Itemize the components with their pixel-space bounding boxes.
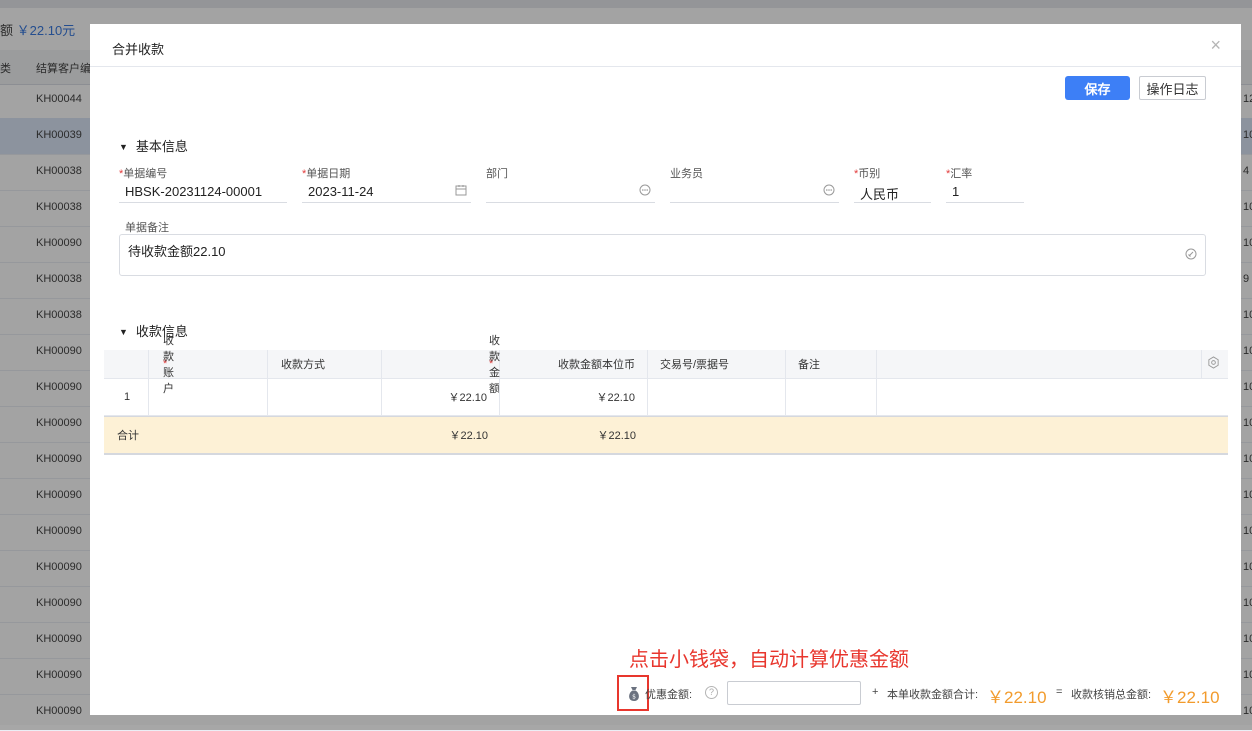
doc-date-label: *单据日期: [302, 168, 351, 180]
grid-cell-amount[interactable]: ￥22.10: [382, 379, 500, 415]
grid-cell-index: 1: [104, 379, 149, 415]
receipt-info-label: 收款信息: [135, 324, 188, 339]
doc-no-label: *单据编号: [119, 168, 168, 180]
grid-cell-local-amount[interactable]: ￥22.10: [500, 379, 648, 415]
grid-header-spacer: [877, 350, 1202, 378]
department-label: 部门: [486, 168, 508, 180]
grid-total-row: 合计 ￥22.10 ￥22.10: [104, 416, 1228, 455]
discount-input[interactable]: [727, 681, 861, 705]
writeoff-label: 收款核销总金额:: [1071, 689, 1152, 701]
discount-hint-text: 点击小钱袋，自动计算优惠金额: [629, 649, 909, 671]
currency-input[interactable]: 人民币: [854, 183, 931, 203]
triangle-down-icon: ▼: [119, 142, 128, 152]
grid-cell-method[interactable]: [268, 379, 382, 415]
dialog-header: 合并收款 ×: [90, 24, 1241, 67]
grid-total-local-amount: ￥22.10: [597, 430, 636, 442]
currency-field: *币别 人民币: [854, 165, 931, 205]
remark-edit-icon[interactable]: [1185, 248, 1197, 263]
writeoff-amount: ￥22.10: [1160, 688, 1220, 707]
ellipsis-icon[interactable]: [823, 184, 835, 199]
remark-label: 单据备注: [125, 222, 169, 234]
equals-sign: =: [1056, 686, 1063, 698]
grid-cell-txn-no[interactable]: [648, 379, 786, 415]
grid-header-row: * 收款账户 收款方式 * 收款金额 收款金额本位币 交易号/票据号 备注: [104, 335, 1228, 395]
operation-log-button[interactable]: 操作日志: [1139, 76, 1206, 100]
triangle-down-icon: ▼: [119, 327, 128, 337]
grid-header-local-amount[interactable]: 收款金额本位币: [500, 350, 648, 378]
money-bag-icon[interactable]: $: [627, 686, 641, 702]
grid-header-amount[interactable]: * 收款金额: [382, 335, 500, 395]
department-input[interactable]: [486, 183, 655, 203]
calendar-icon[interactable]: [455, 184, 467, 199]
grid-total-amount: ￥22.10: [449, 430, 488, 442]
grid-cell-note[interactable]: [786, 379, 877, 415]
grid-header-method[interactable]: 收款方式: [268, 350, 382, 378]
basic-info-section-title[interactable]: ▼ 基本信息: [119, 136, 188, 155]
rate-input[interactable]: 1: [946, 183, 1024, 203]
gear-icon[interactable]: [1207, 356, 1220, 372]
grid-header-note[interactable]: 备注: [786, 350, 877, 378]
salesman-input[interactable]: [670, 183, 839, 203]
grid-row[interactable]: 1 ￥22.10 ￥22.10: [104, 379, 1228, 416]
remark-textarea[interactable]: 待收款金额22.10: [119, 234, 1206, 276]
salesman-field: 业务员: [670, 165, 839, 205]
salesman-label: 业务员: [670, 168, 703, 180]
total-amount: ￥22.10: [987, 688, 1047, 707]
doc-date-field: *单据日期 2023-11-24: [302, 165, 471, 205]
svg-text:$: $: [632, 694, 636, 701]
receipt-info-section-title[interactable]: ▼ 收款信息: [119, 321, 188, 340]
merge-receipt-dialog: 合并收款 × 保存 操作日志 ▼ 基本信息 *单据编号 HBSK-20231124…: [90, 24, 1241, 715]
save-button[interactable]: 保存: [1065, 76, 1130, 100]
ellipsis-icon[interactable]: [639, 184, 651, 199]
help-icon[interactable]: ?: [705, 686, 718, 699]
grid-header-index: [104, 350, 149, 378]
rate-field: *汇率 1: [946, 165, 1024, 205]
rate-label: *汇率: [946, 168, 973, 180]
doc-no-input[interactable]: HBSK-20231124-00001: [119, 183, 287, 203]
discount-label: 优惠金额:: [645, 689, 693, 701]
grid-total-label: 合计: [117, 430, 139, 442]
remark-label-wrap: 单据备注: [125, 219, 169, 234]
dialog-title: 合并收款: [112, 42, 165, 57]
total-label: 本单收款金额合计:: [887, 689, 979, 701]
close-icon[interactable]: ×: [1210, 36, 1221, 54]
receipt-grid: * 收款账户 收款方式 * 收款金额 收款金额本位币 交易号/票据号 备注 1 ￥2…: [104, 335, 1228, 455]
plus-sign: +: [872, 686, 879, 698]
remark-value: 待收款金额22.10: [128, 244, 226, 259]
grid-header-account[interactable]: * 收款账户: [149, 335, 268, 395]
currency-label: *币别: [854, 168, 881, 180]
basic-info-label: 基本信息: [135, 139, 188, 154]
doc-date-input[interactable]: 2023-11-24: [302, 183, 471, 203]
grid-header-txn-no[interactable]: 交易号/票据号: [648, 350, 786, 378]
doc-no-field: *单据编号 HBSK-20231124-00001: [119, 165, 287, 205]
department-field: 部门: [486, 165, 655, 205]
grid-cell-account[interactable]: [149, 379, 268, 415]
